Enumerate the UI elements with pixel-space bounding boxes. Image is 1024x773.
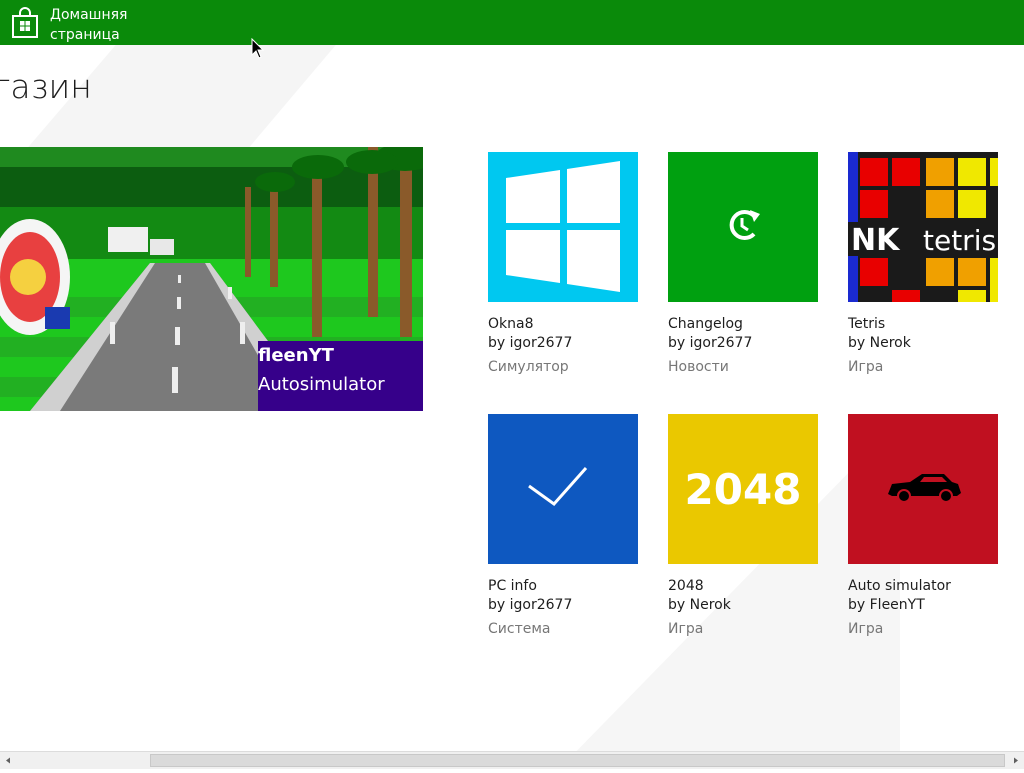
car-icon [888, 474, 961, 503]
app-tile-changelog[interactable]: Changelog by igor2677 Новости [668, 152, 818, 375]
app-name: Auto simulator [848, 578, 951, 594]
app-category: Симулятор [488, 359, 569, 375]
tile-2048-label: 2048 [685, 465, 802, 514]
app-tile-tetris[interactable]: NK tetris Tetris by Nerok Игра [848, 152, 998, 375]
checkmark-icon [528, 467, 588, 507]
scroll-right-button[interactable] [1007, 752, 1024, 769]
app-category: Игра [848, 359, 884, 375]
app-name: Okna8 [488, 316, 534, 332]
home-label-line2: страница [50, 27, 120, 43]
scroll-thumb[interactable] [150, 754, 1005, 767]
home-label-line1: Домашняя [50, 7, 128, 23]
store-bag-icon [12, 7, 38, 38]
app-category: Игра [668, 621, 704, 637]
featured-name: Autosimulator [258, 374, 385, 395]
app-tile-image [668, 152, 818, 302]
home-label: Домашняя страница [50, 5, 127, 45]
app-tile-auto-simulator[interactable]: Auto simulator by FleenYT Игра [848, 414, 998, 637]
page-title: агазин [0, 67, 92, 106]
2048-icon: 2048 [685, 465, 802, 514]
app-category: Система [488, 621, 551, 637]
app-name: 2048 [668, 578, 704, 594]
app-author: by igor2677 [668, 335, 753, 351]
refresh-clock-icon [729, 210, 760, 240]
app-tile-image: 2048 [668, 414, 818, 564]
featured-app-banner[interactable]: fleenYT Autosimulator [0, 147, 423, 411]
scroll-left-button[interactable] [0, 752, 17, 769]
mouse-cursor-icon [251, 38, 265, 59]
app-name: PC info [488, 578, 537, 594]
app-tile-pc-info[interactable]: PC info by igor2677 Система [488, 414, 638, 637]
app-category: Новости [668, 359, 729, 375]
featured-author: fleenYT [258, 345, 334, 366]
app-category: Игра [848, 621, 884, 637]
app-name: Changelog [668, 316, 743, 332]
app-author: by FleenYT [848, 597, 925, 613]
app-tile-2048[interactable]: 2048 2048 by Nerok Игра [668, 414, 818, 637]
app-tile-image [488, 414, 638, 564]
scroll-left-arrow-icon [6, 757, 10, 764]
horizontal-scrollbar[interactable] [0, 751, 1024, 769]
home-button[interactable]: Домашняя страница [0, 0, 160, 45]
windows-logo-icon [488, 152, 638, 302]
app-author: by Nerok [848, 335, 911, 351]
app-tile-image [488, 152, 638, 302]
tetris-tile-label-right: tetris [923, 224, 996, 257]
app-tile-image: NK tetris [848, 152, 998, 302]
scroll-right-arrow-icon [1014, 757, 1018, 764]
tetris-logo-icon: NK tetris [848, 152, 998, 302]
app-author: by Nerok [668, 597, 731, 613]
top-app-bar: Домашняя страница [0, 0, 1024, 45]
app-author: by igor2677 [488, 335, 573, 351]
featured-caption: fleenYT Autosimulator [258, 341, 423, 411]
tetris-tile-label-left: NK [851, 223, 901, 258]
app-tile-image [848, 414, 998, 564]
app-name: Tetris [848, 316, 886, 332]
app-author: by igor2677 [488, 597, 573, 613]
app-tile-okna8[interactable]: Okna8 by igor2677 Симулятор [488, 152, 638, 375]
